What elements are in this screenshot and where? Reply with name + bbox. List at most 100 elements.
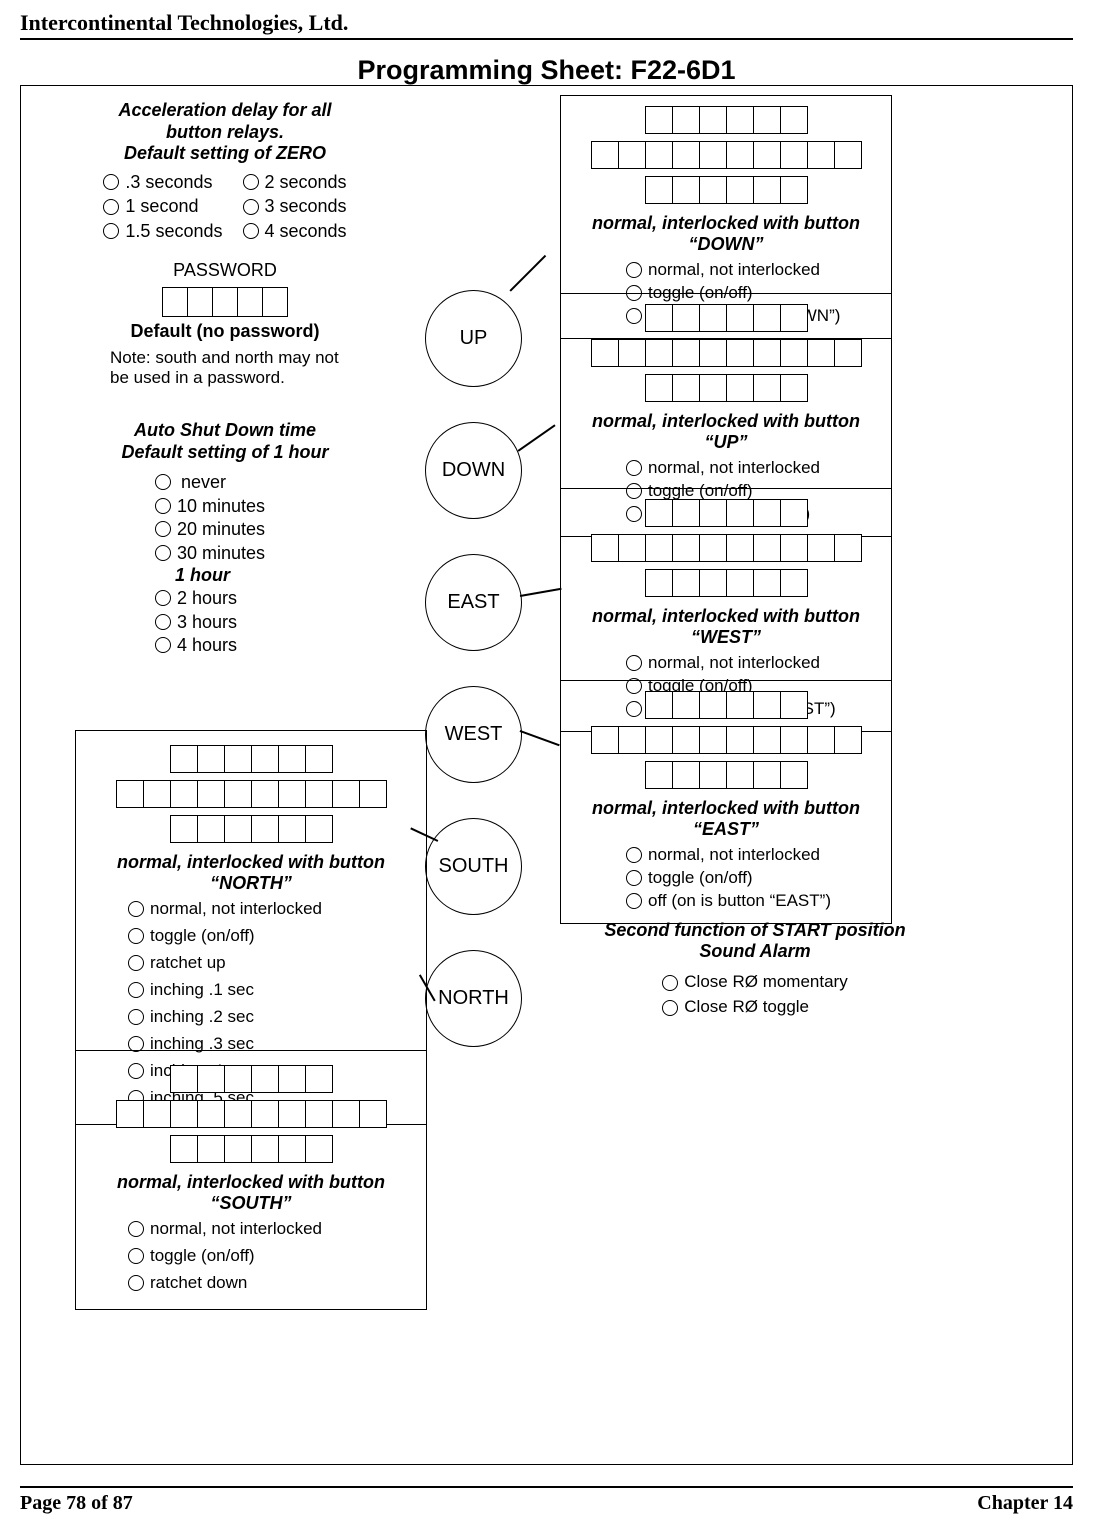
input-cells[interactable] (645, 499, 808, 527)
radio-icon[interactable] (626, 655, 642, 671)
accel-opt: 4 seconds (265, 220, 347, 243)
radio-icon[interactable] (243, 174, 259, 190)
accel-opt: 3 seconds (265, 195, 347, 218)
accel-opt: 1 second (125, 195, 198, 218)
radio-icon[interactable] (128, 1248, 144, 1264)
input-cells[interactable] (645, 569, 808, 597)
west-box-title: normal, interlocked with button “EAST” (571, 798, 881, 840)
radio-icon[interactable] (626, 893, 642, 909)
south-opt: inching .1 sec (150, 979, 254, 1002)
autoshut-opt: 2 hours (177, 587, 237, 610)
radio-icon[interactable] (128, 901, 144, 917)
east-label: EAST (447, 591, 499, 614)
radio-icon[interactable] (155, 498, 171, 514)
second-function-block: Second function of START position Sound … (590, 920, 920, 1019)
down-label: DOWN (442, 459, 505, 482)
radio-icon[interactable] (155, 521, 171, 537)
radio-icon[interactable] (128, 982, 144, 998)
west-label: WEST (445, 723, 503, 746)
radio-icon[interactable] (155, 590, 171, 606)
south-opt: toggle (on/off) (150, 925, 255, 948)
autoshut-title-l2: Default setting of 1 hour (100, 442, 350, 464)
radio-icon[interactable] (662, 1000, 678, 1016)
autoshut-opt: never (181, 471, 226, 494)
second-fn-title-l1: Second function of START position (590, 920, 920, 941)
autoshut-block: Auto Shut Down time Default setting of 1… (100, 420, 350, 657)
autoshut-opt: 3 hours (177, 611, 237, 634)
north-button[interactable]: NORTH (425, 950, 522, 1047)
input-cells[interactable] (591, 339, 862, 367)
input-cells[interactable] (170, 1135, 333, 1163)
accel-title-l2: button relays. (80, 122, 370, 144)
autoshut-opt: 30 minutes (177, 542, 265, 565)
down-opt: normal, not interlocked (648, 457, 820, 480)
radio-icon[interactable] (243, 199, 259, 215)
input-cells[interactable] (116, 780, 387, 808)
accel-title-l1: Acceleration delay for all (80, 100, 370, 122)
west-opt: toggle (on/off) (648, 867, 753, 890)
autoshut-opt: 4 hours (177, 634, 237, 657)
east-opt: normal, not interlocked (648, 652, 820, 675)
up-opt: normal, not interlocked (648, 259, 820, 282)
input-cells[interactable] (645, 106, 808, 134)
radio-icon[interactable] (626, 262, 642, 278)
direction-column: UP DOWN EAST WEST SOUTH NORTH (425, 290, 522, 1082)
radio-icon[interactable] (128, 1009, 144, 1025)
radio-icon[interactable] (155, 637, 171, 653)
radio-icon[interactable] (155, 614, 171, 630)
north-opt: ratchet down (150, 1272, 247, 1295)
east-button[interactable]: EAST (425, 554, 522, 651)
password-default: Default (no password) (110, 321, 340, 342)
radio-icon[interactable] (626, 460, 642, 476)
radio-icon[interactable] (626, 870, 642, 886)
password-input-cells[interactable] (110, 287, 340, 317)
west-button[interactable]: WEST (425, 686, 522, 783)
radio-icon[interactable] (128, 955, 144, 971)
input-cells[interactable] (645, 176, 808, 204)
input-cells[interactable] (170, 1065, 333, 1093)
input-cells[interactable] (116, 1100, 387, 1128)
input-cells[interactable] (591, 534, 862, 562)
accel-opt: 1.5 seconds (125, 220, 222, 243)
north-options-box: normal, interlocked with button “SOUTH” … (75, 1050, 427, 1310)
radio-icon[interactable] (155, 474, 171, 490)
radio-icon[interactable] (103, 174, 119, 190)
radio-icon[interactable] (155, 545, 171, 561)
input-cells[interactable] (170, 815, 333, 843)
input-cells[interactable] (591, 141, 862, 169)
down-button[interactable]: DOWN (425, 422, 522, 519)
footer-left: Page 78 of 87 (20, 1492, 133, 1515)
acceleration-delay-block: Acceleration delay for all button relays… (80, 100, 370, 242)
footer-right: Chapter 14 (977, 1492, 1073, 1515)
autoshut-title-l1: Auto Shut Down time (100, 420, 350, 442)
radio-icon[interactable] (626, 847, 642, 863)
west-opt: normal, not interlocked (648, 844, 820, 867)
north-label: NORTH (438, 987, 509, 1010)
input-cells[interactable] (170, 745, 333, 773)
radio-icon[interactable] (243, 223, 259, 239)
north-opt: normal, not interlocked (150, 1218, 322, 1241)
radio-icon[interactable] (128, 1275, 144, 1291)
radio-icon[interactable] (662, 975, 678, 991)
up-button[interactable]: UP (425, 290, 522, 387)
south-opt: inching .2 sec (150, 1006, 254, 1029)
south-button[interactable]: SOUTH (425, 818, 522, 915)
up-label: UP (460, 327, 488, 350)
north-opt: toggle (on/off) (150, 1245, 255, 1268)
input-cells[interactable] (645, 761, 808, 789)
radio-icon[interactable] (103, 223, 119, 239)
input-cells[interactable] (645, 691, 808, 719)
radio-icon[interactable] (128, 928, 144, 944)
second-fn-opt: Close RØ momentary (684, 971, 847, 994)
second-fn-title-l2: Sound Alarm (590, 941, 920, 962)
west-opt: off (on is button “EAST”) (648, 890, 831, 913)
input-cells[interactable] (591, 726, 862, 754)
password-block: PASSWORD Default (no password) Note: sou… (110, 260, 340, 387)
page-footer: Page 78 of 87 Chapter 14 (20, 1486, 1073, 1515)
south-opt: normal, not interlocked (150, 898, 322, 921)
input-cells[interactable] (645, 304, 808, 332)
password-label: PASSWORD (110, 260, 340, 281)
radio-icon[interactable] (128, 1221, 144, 1237)
input-cells[interactable] (645, 374, 808, 402)
radio-icon[interactable] (103, 199, 119, 215)
